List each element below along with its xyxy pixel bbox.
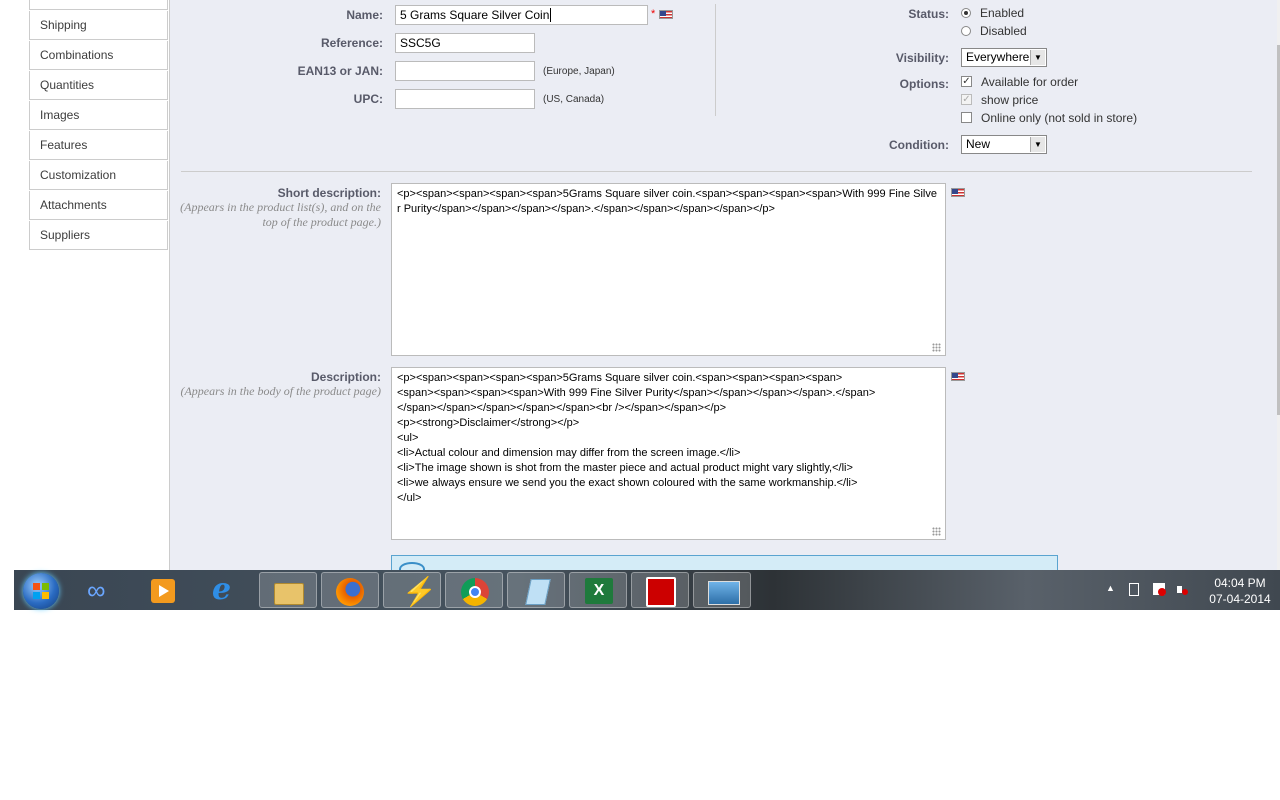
media-player-icon[interactable] [135,572,193,608]
upc-label: UPC: [353,92,383,106]
volume-muted-icon[interactable] [1177,583,1189,596]
chevron-down-icon: ▼ [1030,50,1045,65]
section-separator [181,171,1252,172]
language-flag-icon[interactable] [659,10,673,19]
ean13-hint: (Europe, Japan) [543,66,615,77]
sidebar-item-customization[interactable]: Customization [29,161,168,190]
condition-label: Condition: [889,138,949,152]
status-enabled-radio[interactable] [961,8,971,18]
sidebar-item-features[interactable]: Features [29,131,168,160]
short-description-label: Short description: [277,186,381,200]
name-label: Name: [346,8,383,22]
firefox-icon[interactable] [321,572,379,608]
show-price-label: show price [981,93,1039,107]
description-hint: (Appears in the body of the product page… [180,384,381,398]
language-flag-icon[interactable] [951,372,965,381]
short-description-textarea[interactable]: <p><span><span><span><span>5Grams Square… [391,183,946,356]
required-mark: * [651,8,656,20]
sidebar-item-images[interactable]: Images [29,101,168,130]
internet-explorer-icon[interactable]: e [197,572,255,608]
status-disabled-radio[interactable] [961,26,971,36]
windows-taskbar: ∞ e ⚡ X ▲ 04:04 PM 07-04-2014 [14,570,1280,610]
clock-time: 04:04 PM [1214,576,1266,590]
condition-select[interactable]: New ▼ [961,135,1047,154]
upc-hint: (US, Canada) [543,94,605,105]
clock-date: 07-04-2014 [1209,592,1271,606]
visibility-label: Visibility: [895,51,949,65]
sidebar-item-shipping[interactable]: Shipping [29,11,168,40]
status-label: Status: [908,7,949,21]
chevron-down-icon: ▼ [1030,137,1045,152]
sidebar-item-attachments[interactable]: Attachments [29,191,168,220]
language-flag-icon[interactable] [951,188,965,197]
sidebar-item-suppliers[interactable]: Suppliers [29,221,168,250]
red-app-icon[interactable] [631,572,689,608]
resize-grip-icon[interactable] [932,343,941,352]
options-label: Options: [899,77,949,91]
excel-icon[interactable]: X [569,572,627,608]
product-form-panel: Name: 5 Grams Square Silver Coin * Refer… [169,0,1279,576]
flash-app-icon[interactable]: ⚡ [383,572,441,608]
description-label: Description: [310,370,381,384]
action-center-flag-icon[interactable] [1153,583,1166,596]
notepad-icon[interactable] [507,572,565,608]
visibility-select[interactable]: Everywhere ▼ [961,48,1047,67]
infinity-app-icon[interactable]: ∞ [73,572,131,608]
show-hidden-icons-icon[interactable]: ▲ [1106,583,1115,593]
safely-remove-hardware-icon[interactable] [1129,583,1139,596]
description-textarea[interactable]: <p><span><span><span><span>5Grams Square… [391,367,946,540]
chrome-icon[interactable] [445,572,503,608]
online-only-checkbox[interactable] [961,112,972,123]
column-divider [715,4,716,116]
start-orb-icon[interactable] [23,573,59,609]
sidebar-item-associations[interactable]: Associations [29,0,168,10]
name-input[interactable]: 5 Grams Square Silver Coin [395,5,648,25]
sidebar-item-combinations[interactable]: Combinations [29,41,168,70]
resize-grip-icon[interactable] [932,527,941,536]
sidebar-item-quantities[interactable]: Quantities [29,71,168,100]
available-for-order-checkbox[interactable]: ✓ [961,76,972,87]
online-only-label: Online only (not sold in store) [981,111,1138,125]
info-box [391,555,1058,576]
reference-input[interactable]: SSC5G [395,33,535,53]
status-enabled-label: Enabled [980,6,1025,20]
show-price-checkbox[interactable]: ✓ [961,94,972,105]
upc-input[interactable] [395,89,535,109]
ean13-label: EAN13 or JAN: [297,64,383,78]
status-disabled-label: Disabled [980,24,1027,38]
available-for-order-label: Available for order [981,75,1079,89]
short-description-hint: (Appears in the product list(s), and on … [180,200,381,229]
reference-label: Reference: [320,36,383,50]
file-explorer-icon[interactable] [259,572,317,608]
ean13-input[interactable] [395,61,535,81]
system-clock[interactable]: 04:04 PM 07-04-2014 [1200,575,1280,607]
photo-viewer-icon[interactable] [693,572,751,608]
